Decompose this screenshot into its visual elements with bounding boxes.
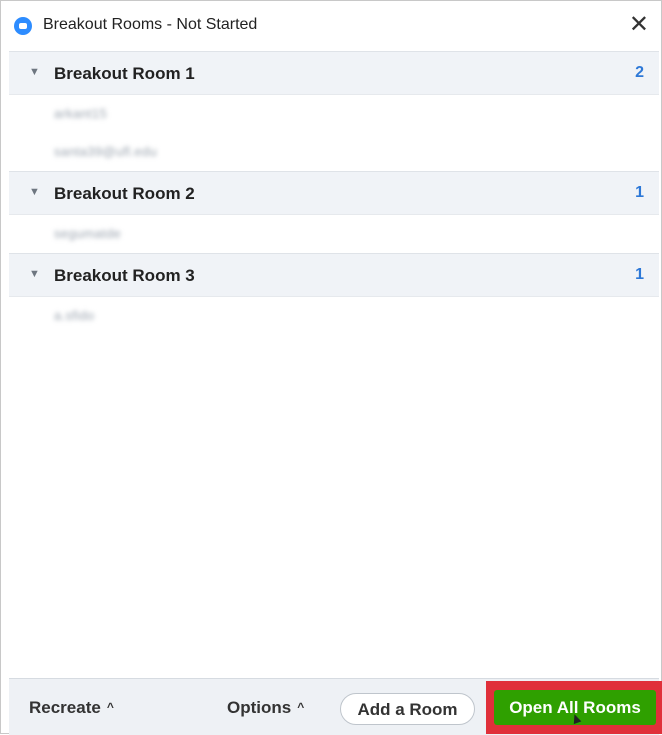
room-header-3[interactable]: ▼ Breakout Room 3 1 bbox=[9, 253, 659, 297]
options-label: Options bbox=[227, 698, 292, 717]
collapse-caret-icon[interactable]: ▼ bbox=[29, 268, 40, 280]
chevron-up-icon: ^ bbox=[297, 700, 305, 714]
close-icon[interactable]: ✕ bbox=[629, 11, 649, 39]
room-participant-count: 1 bbox=[635, 184, 644, 201]
options-button[interactable]: Options ^ bbox=[227, 691, 304, 723]
participant-name: arkant15 bbox=[54, 106, 107, 121]
participant-item[interactable]: a.sfido bbox=[9, 297, 659, 341]
participant-name: a.sfido bbox=[54, 308, 95, 323]
collapse-caret-icon[interactable]: ▼ bbox=[29, 66, 40, 78]
rooms-list: ▼ Breakout Room 1 2 arkant15 santa39@ufl… bbox=[9, 51, 659, 651]
participant-name: segumatde bbox=[54, 226, 122, 241]
zoom-logo-icon bbox=[14, 17, 32, 35]
room-name: Breakout Room 1 bbox=[54, 64, 195, 83]
title-bar: Breakout Rooms - Not Started ✕ bbox=[1, 1, 661, 51]
breakout-rooms-window: Breakout Rooms - Not Started ✕ ▼ Breakou… bbox=[0, 0, 662, 735]
collapse-caret-icon[interactable]: ▼ bbox=[29, 186, 40, 198]
participant-item[interactable]: arkant15 bbox=[9, 95, 659, 133]
room-header-2[interactable]: ▼ Breakout Room 2 1 bbox=[9, 171, 659, 215]
participant-item[interactable]: santa39@ufl.edu bbox=[9, 133, 659, 171]
room-name: Breakout Room 3 bbox=[54, 266, 195, 285]
add-room-button[interactable]: Add a Room bbox=[340, 693, 475, 725]
footer-toolbar: Recreate ^ Options ^ Add a Room Open All R… bbox=[9, 678, 662, 735]
participant-name: santa39@ufl.edu bbox=[54, 144, 157, 159]
recreate-button[interactable]: Recreate ^ bbox=[29, 691, 114, 723]
room-participant-count: 2 bbox=[635, 64, 644, 81]
room-header-1[interactable]: ▼ Breakout Room 1 2 bbox=[9, 51, 659, 95]
recreate-label: Recreate bbox=[29, 698, 101, 717]
window-title: Breakout Rooms - Not Started bbox=[43, 16, 258, 33]
participant-item[interactable]: segumatde bbox=[9, 215, 659, 253]
room-name: Breakout Room 2 bbox=[54, 184, 195, 203]
chevron-up-icon: ^ bbox=[106, 700, 114, 714]
room-participant-count: 1 bbox=[635, 266, 644, 283]
